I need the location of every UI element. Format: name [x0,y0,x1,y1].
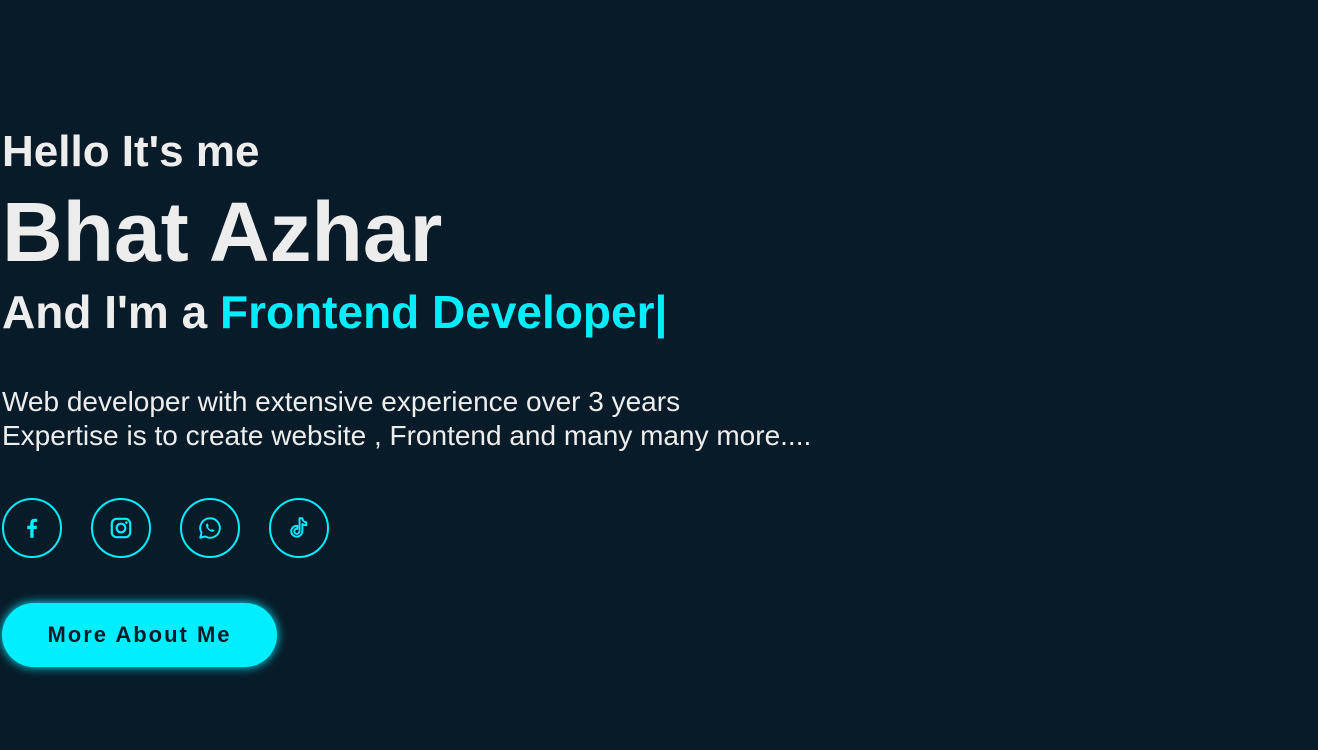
instagram-icon [110,517,132,539]
more-about-me-button[interactable]: More About Me [2,603,277,667]
role-highlight: Frontend Developer [219,286,655,338]
name-heading: Bhat Azhar [2,185,443,279]
facebook-link[interactable] [2,498,62,558]
facebook-icon [27,518,38,538]
greeting-heading: Hello It's me [2,127,260,176]
hero-section: Hello It's me Bhat Azhar And I'm a Front… [0,0,1318,750]
tiktok-link[interactable] [269,498,329,558]
description: Web developer with extensive experience … [2,385,811,453]
instagram-link[interactable] [91,498,151,558]
role-heading: And I'm a Frontend Developer| [2,285,667,339]
role-prefix: And I'm a [2,286,220,338]
description-line-2: Expertise is to create website , Fronten… [2,420,812,451]
description-line-1: Web developer with extensive experience … [2,386,681,417]
tiktok-icon [290,517,308,538]
social-links [2,498,329,558]
whatsapp-link[interactable] [180,498,240,558]
typing-caret: | [654,286,668,338]
whatsapp-icon [199,517,221,539]
